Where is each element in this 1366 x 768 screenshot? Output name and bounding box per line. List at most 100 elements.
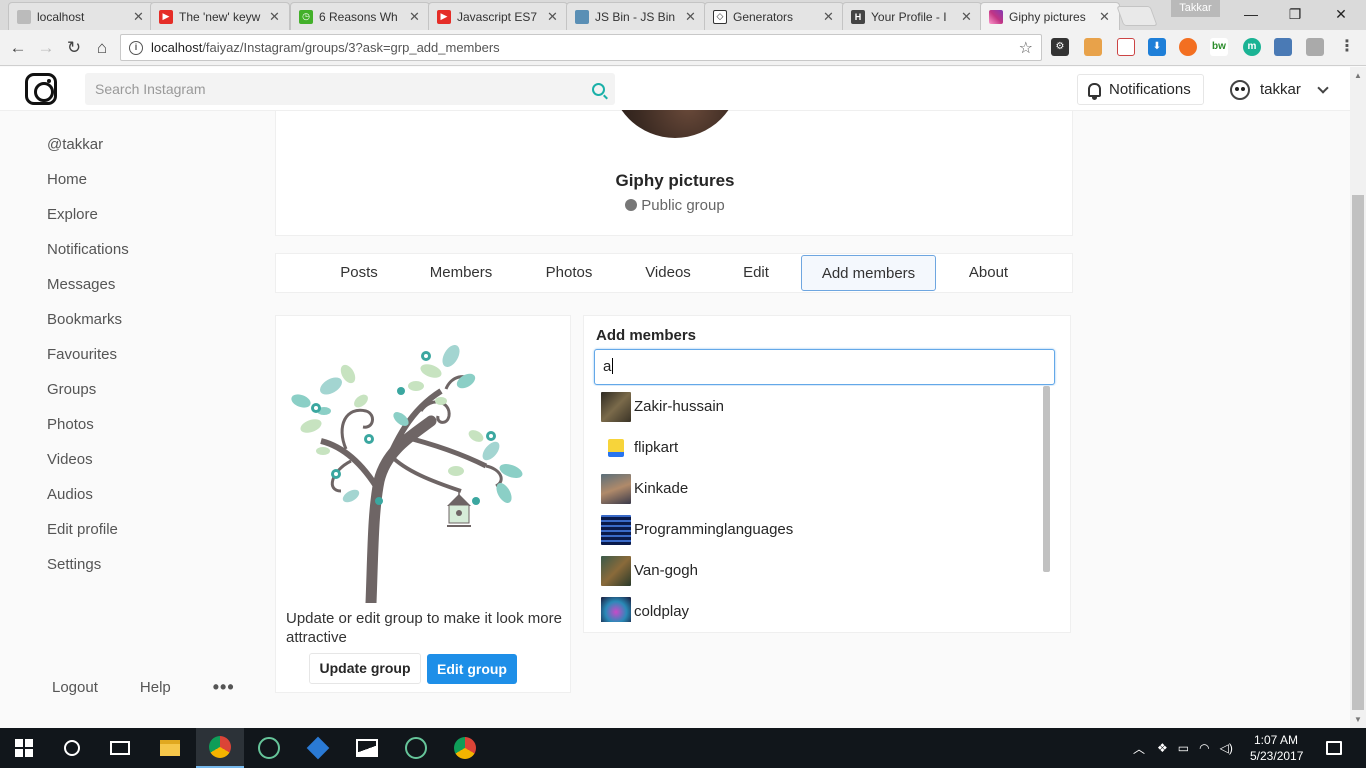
battery-icon[interactable]: ▭ xyxy=(1178,741,1189,755)
close-icon[interactable]: ✕ xyxy=(685,9,697,25)
tab-members[interactable]: Members xyxy=(421,255,501,291)
clock[interactable]: 1:07 AM 5/23/2017 xyxy=(1250,732,1303,764)
search-input[interactable] xyxy=(95,81,592,97)
tab-about[interactable]: About xyxy=(956,255,1021,291)
suggestion-scrollbar[interactable] xyxy=(1043,386,1050,572)
instagram-logo-icon[interactable] xyxy=(25,73,57,105)
window-close-icon[interactable]: ✕ xyxy=(1318,0,1364,28)
forward-icon[interactable]: → xyxy=(34,36,58,60)
close-icon[interactable]: ✕ xyxy=(823,9,835,25)
cortana-icon[interactable] xyxy=(48,728,96,768)
suggestion-item[interactable]: coldplay xyxy=(594,591,1055,622)
notifications-button[interactable]: Notifications xyxy=(1077,74,1204,105)
address-bar[interactable]: i localhost/faiyaz/Instagram/groups/3?as… xyxy=(120,34,1042,61)
tab-photos[interactable]: Photos xyxy=(534,255,604,291)
sidebar-item-groups[interactable]: Groups xyxy=(47,381,247,416)
page-scrollbar[interactable]: ▲ ▼ xyxy=(1350,67,1366,728)
sidebar-item-explore[interactable]: Explore xyxy=(47,206,247,241)
download-icon[interactable]: ⬇ xyxy=(1148,38,1166,56)
back-icon[interactable]: ← xyxy=(6,36,30,60)
browser-tab[interactable]: JS Bin - JS Bin ✕ xyxy=(566,2,706,30)
suggestion-item[interactable]: Van-gogh xyxy=(594,550,1055,591)
chevron-up-icon[interactable]: ︿ xyxy=(1133,740,1145,757)
group-avatar[interactable] xyxy=(610,110,740,138)
url-text[interactable]: localhost/faiyaz/Instagram/groups/3?ask=… xyxy=(151,40,1019,55)
bookmark-star-icon[interactable]: ☆ xyxy=(1019,38,1033,58)
sidebar-item-audios[interactable]: Audios xyxy=(47,486,247,521)
tab-edit[interactable]: Edit xyxy=(731,255,781,291)
extension-icon[interactable] xyxy=(1084,38,1102,56)
tab-add-members[interactable]: Add members xyxy=(801,255,936,291)
close-icon[interactable]: ✕ xyxy=(409,9,421,25)
browser-tab[interactable]: ▶ The 'new' keyw ✕ xyxy=(150,2,290,30)
edit-group-button[interactable]: Edit group xyxy=(427,654,517,684)
add-members-input[interactable]: a xyxy=(594,349,1055,385)
atom-icon[interactable] xyxy=(392,728,440,768)
task-view-icon[interactable] xyxy=(96,728,144,768)
more-icon[interactable]: ••• xyxy=(213,677,235,698)
info-icon[interactable]: i xyxy=(129,40,143,55)
windows-start-icon[interactable] xyxy=(0,728,48,768)
browser-tab[interactable]: H Your Profile - I ✕ xyxy=(842,2,982,30)
search-bar[interactable] xyxy=(85,73,615,105)
close-icon[interactable]: ✕ xyxy=(269,9,281,25)
logout-link[interactable]: Logout xyxy=(52,679,98,696)
browser-tab-active[interactable]: Giphy pictures ✕ xyxy=(980,2,1120,30)
browser-tab[interactable]: localhost ✕ xyxy=(8,2,154,30)
chrome-icon[interactable] xyxy=(441,728,489,768)
suggestion-item[interactable]: flipkart xyxy=(594,427,1055,468)
vscode-icon[interactable] xyxy=(294,728,342,768)
browser-tab[interactable]: ▶ Javascript ES7 ✕ xyxy=(428,2,568,30)
suggestion-item[interactable]: Zakir-hussain xyxy=(594,386,1055,427)
sidebar-item-profile[interactable]: @takkar xyxy=(47,136,247,171)
sidebar-item-bookmarks[interactable]: Bookmarks xyxy=(47,311,247,346)
minimize-icon[interactable]: — xyxy=(1228,0,1274,28)
sidebar-item-edit-profile[interactable]: Edit profile xyxy=(47,521,247,556)
sidebar-item-favourites[interactable]: Favourites xyxy=(47,346,247,381)
scroll-down-icon[interactable]: ▼ xyxy=(1354,715,1362,724)
sidebar-item-videos[interactable]: Videos xyxy=(47,451,247,486)
close-icon[interactable]: ✕ xyxy=(547,9,559,25)
sidebar-item-home[interactable]: Home xyxy=(47,171,247,206)
reload-icon[interactable]: ↻ xyxy=(62,36,86,60)
browser-tab[interactable]: ◇ Generators ✕ xyxy=(704,2,844,30)
sidebar-item-settings[interactable]: Settings xyxy=(47,556,247,591)
dropbox-icon[interactable]: ❖ xyxy=(1157,741,1168,755)
photos-icon[interactable] xyxy=(343,728,391,768)
sidebar-item-notifications[interactable]: Notifications xyxy=(47,241,247,276)
extension-icon[interactable] xyxy=(1179,38,1197,56)
menu-icon[interactable]: ⋮ xyxy=(1338,38,1356,56)
extension-icon[interactable] xyxy=(1274,38,1292,56)
search-icon[interactable] xyxy=(592,82,605,96)
chrome-icon[interactable] xyxy=(196,728,244,768)
help-link[interactable]: Help xyxy=(140,679,171,696)
suggestion-item[interactable]: Kinkade xyxy=(594,468,1055,509)
extension-icon[interactable]: m xyxy=(1243,38,1261,56)
sidebar-item-photos[interactable]: Photos xyxy=(47,416,247,451)
close-icon[interactable]: ✕ xyxy=(1099,9,1111,25)
update-group-button[interactable]: Update group xyxy=(309,653,421,684)
tab-videos[interactable]: Videos xyxy=(633,255,703,291)
suggestion-item[interactable]: Programminglanguages xyxy=(594,509,1055,550)
new-tab-button[interactable] xyxy=(1116,6,1158,26)
browser-profile-chip[interactable]: Takkar xyxy=(1171,0,1220,17)
extension-icon[interactable]: bw xyxy=(1210,38,1228,56)
wifi-icon[interactable]: ◠ xyxy=(1199,741,1209,755)
home-icon[interactable]: ⌂ xyxy=(90,36,114,60)
user-menu[interactable]: takkar xyxy=(1230,74,1329,105)
chevron-down-icon[interactable] xyxy=(1317,81,1329,94)
scrollbar-thumb[interactable] xyxy=(1352,195,1364,710)
atom-icon[interactable] xyxy=(245,728,293,768)
settings-extension-icon[interactable]: ⚙ xyxy=(1051,38,1069,56)
action-center-icon[interactable] xyxy=(1310,728,1358,768)
browser-tab[interactable]: ◷ 6 Reasons Wh ✕ xyxy=(290,2,430,30)
volume-icon[interactable]: ◁) xyxy=(1220,741,1233,755)
file-explorer-icon[interactable] xyxy=(146,728,194,768)
extension-icon[interactable] xyxy=(1306,38,1324,56)
restore-icon[interactable]: ❐ xyxy=(1272,0,1318,28)
close-icon[interactable]: ✕ xyxy=(961,9,973,25)
sidebar-item-messages[interactable]: Messages xyxy=(47,276,247,311)
close-icon[interactable]: ✕ xyxy=(133,9,145,25)
scroll-up-icon[interactable]: ▲ xyxy=(1354,71,1362,80)
tab-posts[interactable]: Posts xyxy=(324,255,394,291)
